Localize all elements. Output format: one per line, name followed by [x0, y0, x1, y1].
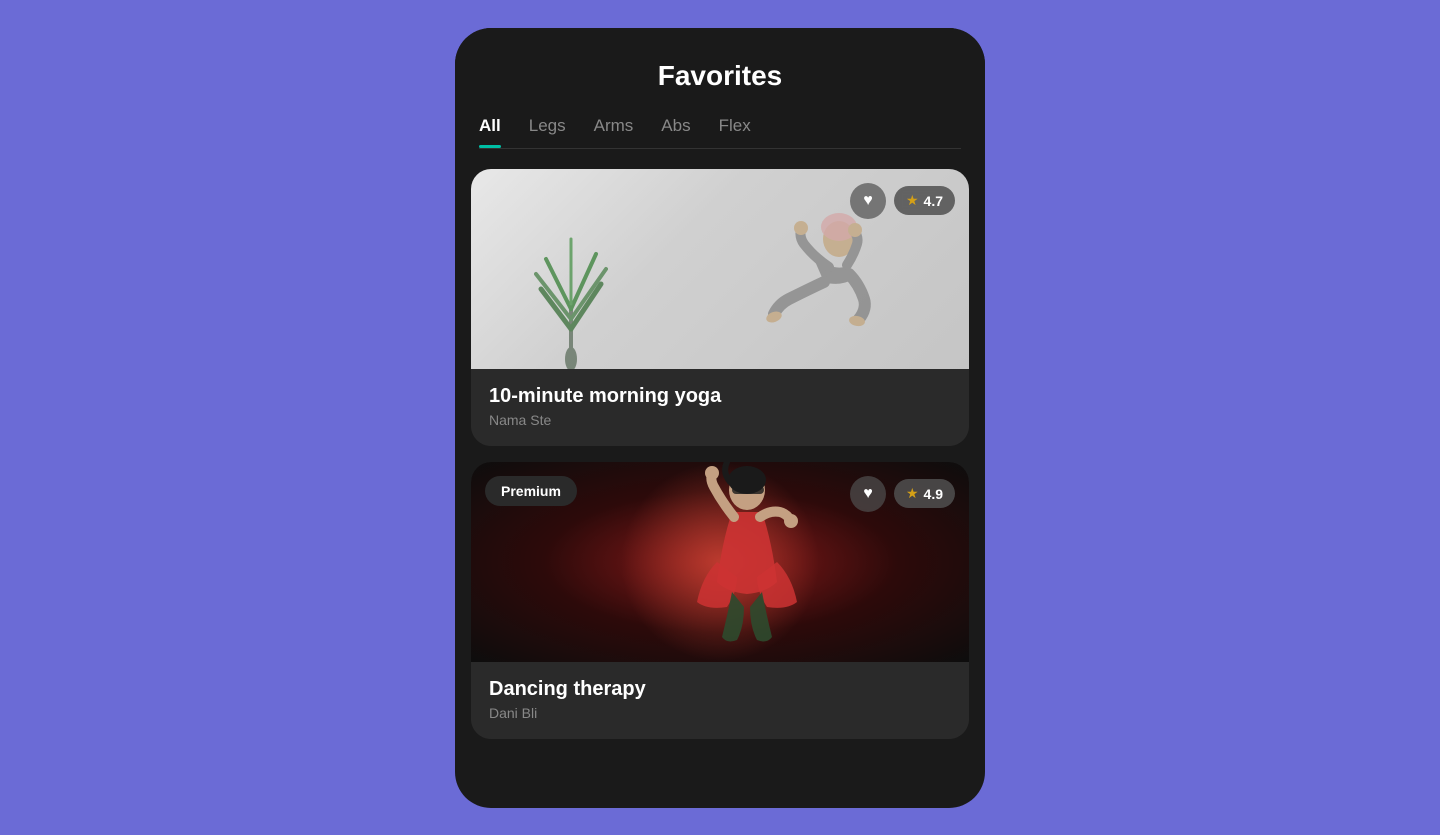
phone-frame: Favorites All Legs Arms Abs Flex: [455, 28, 985, 808]
yoga-card-badges: ♥ ★ 4.7: [850, 183, 955, 219]
heart-icon-dance: ♥: [863, 485, 873, 503]
dance-rating: 4.9: [924, 486, 943, 502]
card-yoga[interactable]: ♥ ★ 4.7 10-minute morning yoga Nama Ste: [471, 169, 969, 446]
tab-arms[interactable]: Arms: [594, 116, 634, 148]
yoga-card-title: 10-minute morning yoga: [489, 385, 951, 408]
dance-card-info: Dancing therapy Dani Bli: [471, 662, 969, 739]
page-header: Favorites All Legs Arms Abs Flex: [455, 28, 985, 149]
premium-badge: Premium: [485, 476, 577, 506]
card-dance[interactable]: Premium ♥ ★ 4.9 Dancing therapy Dani Bli: [471, 462, 969, 739]
yoga-rating: 4.7: [924, 193, 943, 209]
tab-flex[interactable]: Flex: [719, 116, 751, 148]
dance-card-badges: ♥ ★ 4.9: [850, 476, 955, 512]
plant-decoration: [531, 229, 611, 369]
star-icon-dance: ★: [906, 485, 919, 502]
card-dance-image: Premium ♥ ★ 4.9: [471, 462, 969, 662]
yoga-card-info: 10-minute morning yoga Nama Ste: [471, 369, 969, 446]
dance-rating-badge: ★ 4.9: [894, 479, 955, 508]
dance-person: [672, 462, 832, 662]
yoga-rating-badge: ★ 4.7: [894, 186, 955, 215]
tab-all[interactable]: All: [479, 116, 501, 148]
dance-favorite-button[interactable]: ♥: [850, 476, 886, 512]
heart-icon: ♥: [863, 192, 873, 210]
dance-card-subtitle: Dani Bli: [489, 705, 951, 721]
tab-legs[interactable]: Legs: [529, 116, 566, 148]
dance-premium-badge-container: Premium: [485, 476, 577, 506]
card-yoga-image: ♥ ★ 4.7: [471, 169, 969, 369]
dance-card-title: Dancing therapy: [489, 678, 951, 701]
tab-abs[interactable]: Abs: [661, 116, 690, 148]
page-title: Favorites: [479, 60, 961, 92]
tabs-bar: All Legs Arms Abs Flex: [479, 116, 961, 148]
content-area: ♥ ★ 4.7 10-minute morning yoga Nama Ste: [455, 149, 985, 808]
star-icon: ★: [906, 192, 919, 209]
yoga-card-subtitle: Nama Ste: [489, 412, 951, 428]
yoga-favorite-button[interactable]: ♥: [850, 183, 886, 219]
